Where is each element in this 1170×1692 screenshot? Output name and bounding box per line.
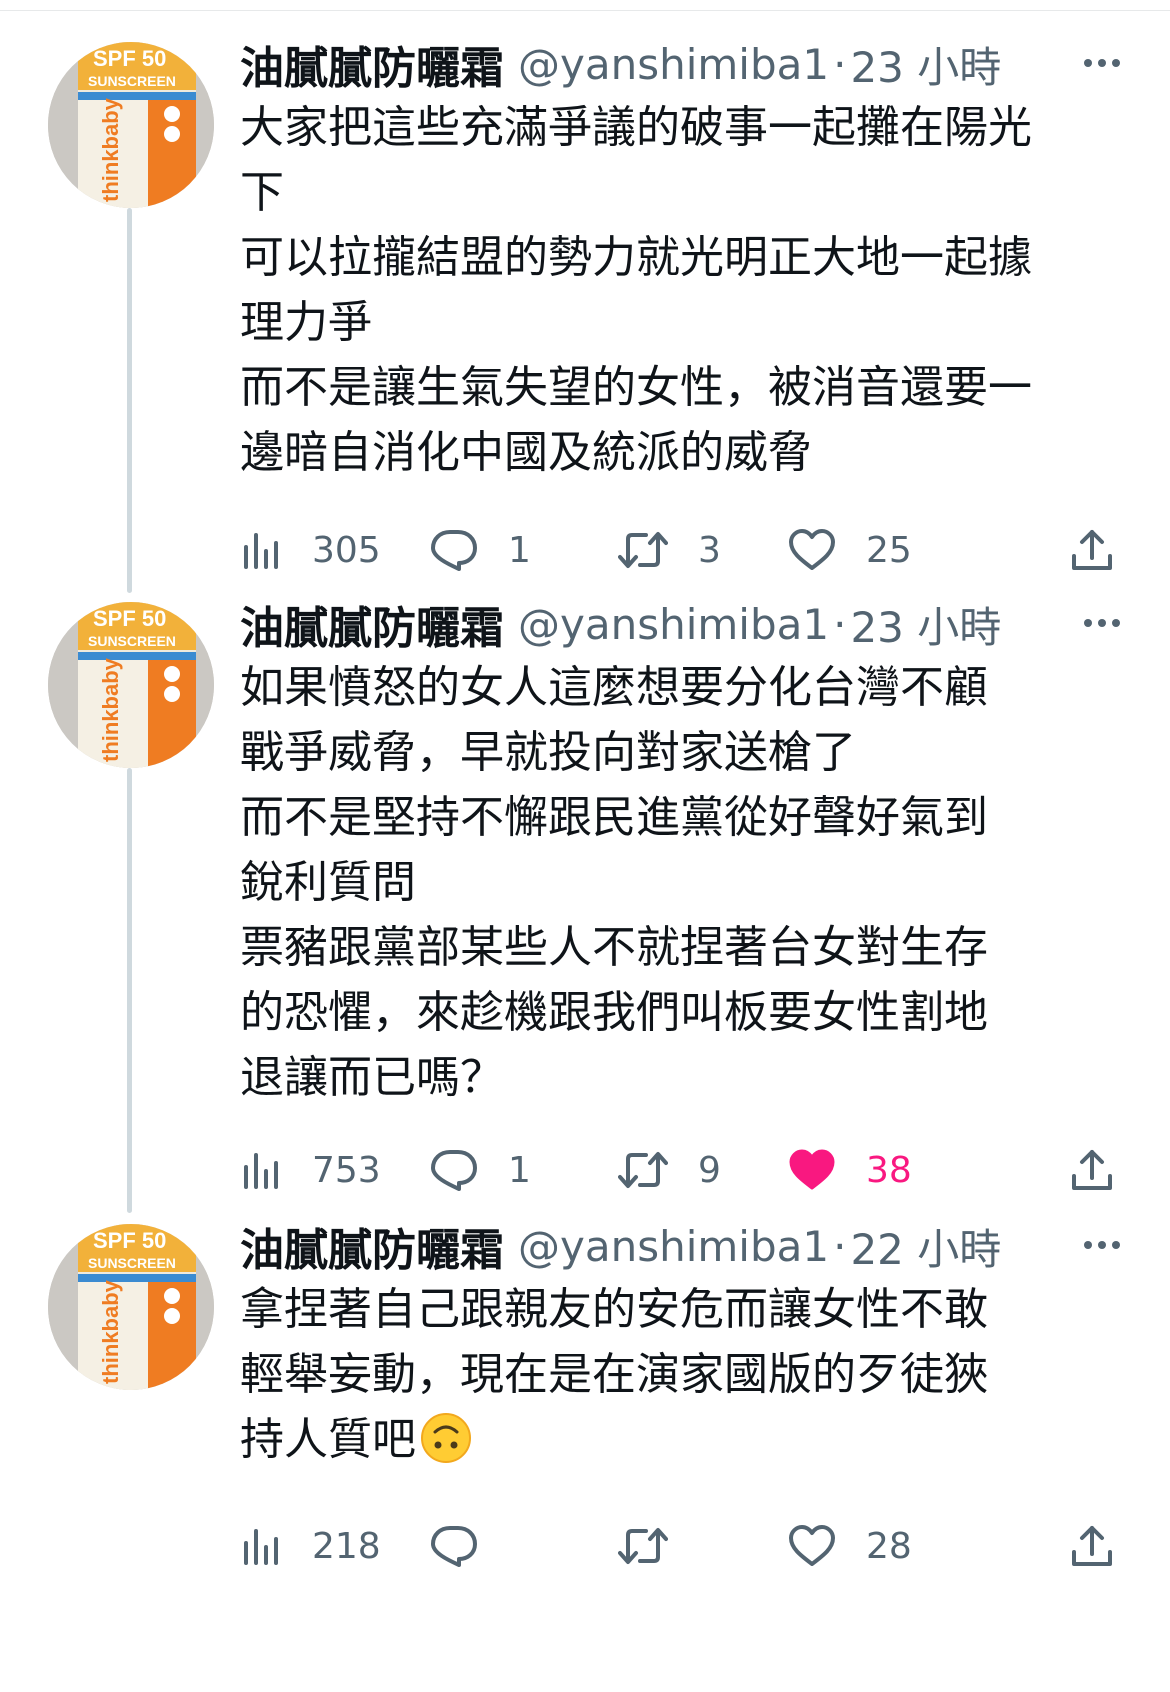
heart-icon (788, 528, 836, 572)
tweet-text-line: 持人質吧 (240, 1407, 1120, 1482)
reply-count: 1 (508, 529, 531, 571)
tweet-text-line: 邊暗自消化中國及統派的威脅 (240, 427, 812, 478)
tweet-text-line: 銳利質問 (240, 857, 416, 908)
share-button[interactable] (1070, 1140, 1114, 1200)
tweet-text-line: 拿捏著自己跟親友的安危而讓女性不敢 (240, 1284, 988, 1335)
retweet-button[interactable]: 3 (618, 520, 721, 580)
tweet-header: 油膩膩防曬霜 @yanshimiba1 · 23 小時 (240, 594, 1130, 654)
views-icon (240, 1149, 282, 1191)
reply-count: 1 (508, 1149, 531, 1191)
tweet-actions: 753 1 9 38 (240, 1140, 1120, 1200)
reply-icon (430, 1148, 478, 1192)
avatar[interactable]: SPF 50 SUNSCREEN thinkbaby (48, 42, 214, 208)
views-button[interactable]: 218 (240, 1516, 381, 1576)
tweet-text-line: 理力爭 (240, 297, 372, 348)
separator-dot: · (833, 39, 847, 89)
tweet-text: 拿捏著自己跟親友的安危而讓女性不敢 輕舉妄動，現在是在演家國版的歹徒狹 持人質吧 (240, 1277, 1120, 1482)
top-divider (0, 10, 1170, 11)
separator-dot: · (833, 1221, 847, 1271)
views-button[interactable]: 305 (240, 520, 381, 580)
share-icon (1070, 1524, 1114, 1568)
timestamp[interactable]: 22 小時 (850, 1216, 1001, 1277)
reply-button[interactable] (430, 1516, 478, 1576)
svg-text:thinkbaby: thinkbaby (98, 1279, 123, 1384)
retweet-icon (618, 529, 668, 571)
svg-text:thinkbaby: thinkbaby (98, 657, 123, 762)
timestamp[interactable]: 23 小時 (850, 594, 1001, 655)
retweet-button[interactable]: 9 (618, 1140, 721, 1200)
thread-connector-line (127, 208, 132, 593)
views-icon (240, 529, 282, 571)
tweet-text-line: 的恐懼，來趁機跟我們叫板要女性割地 (240, 987, 988, 1038)
tweet-text-line: 票豬跟黨部某些人不就捏著台女對生存 (240, 922, 988, 973)
tweet-text-fragment: 持人質吧 (240, 1414, 416, 1465)
author-name[interactable]: 油膩膩防曬霜 (240, 592, 504, 656)
reply-icon (430, 1524, 478, 1568)
thread-connector-line (127, 768, 132, 1213)
views-button[interactable]: 753 (240, 1140, 381, 1200)
heart-icon (788, 1524, 836, 1568)
tweet-text-line: 而不是堅持不懈跟民進黨從好聲好氣到 (240, 792, 988, 843)
upside-down-face-emoji-icon (420, 1412, 472, 1482)
more-options-icon[interactable] (1074, 1220, 1130, 1270)
svg-text:thinkbaby: thinkbaby (98, 97, 123, 202)
tweet-header: 油膩膩防曬霜 @yanshimiba1 · 23 小時 (240, 34, 1130, 94)
svg-text:SUNSCREEN: SUNSCREEN (88, 73, 176, 89)
like-count: 25 (866, 529, 912, 571)
like-count: 28 (866, 1525, 912, 1567)
tweet-text-line: 戰爭威脅，早就投向對家送槍了 (240, 727, 856, 778)
tweet-text-line: 輕舉妄動，現在是在演家國版的歹徒狹 (240, 1349, 988, 1400)
like-button[interactable]: 28 (788, 1516, 912, 1576)
avatar[interactable]: SPF 50 SUNSCREEN thinkbaby (48, 1224, 214, 1390)
tweet-text-line: 大家把這些充滿爭議的破事一起攤在陽光 (240, 102, 1032, 153)
svg-text:SUNSCREEN: SUNSCREEN (88, 1255, 176, 1271)
separator-dot: · (833, 599, 847, 649)
tweet-header: 油膩膩防曬霜 @yanshimiba1 · 22 小時 (240, 1216, 1130, 1276)
like-button[interactable]: 38 (788, 1140, 912, 1200)
tweet-actions: 305 1 3 25 (240, 520, 1120, 580)
svg-text:SUNSCREEN: SUNSCREEN (88, 633, 176, 649)
share-button[interactable] (1070, 1516, 1114, 1576)
tweet-text-line: 而不是讓生氣失望的女性，被消音還要一 (240, 362, 1032, 413)
tweet-text-line: 可以拉攏結盟的勢力就光明正大地一起據 (240, 232, 1032, 283)
heart-filled-icon (788, 1148, 836, 1192)
tweet-text-line: 下 (240, 167, 284, 218)
reply-icon (430, 528, 478, 572)
author-handle[interactable]: @yanshimiba1 (518, 600, 829, 649)
views-count: 305 (312, 529, 381, 571)
timestamp[interactable]: 23 小時 (850, 34, 1001, 95)
author-handle[interactable]: @yanshimiba1 (518, 1222, 829, 1271)
avatar[interactable]: SPF 50 SUNSCREEN thinkbaby (48, 602, 214, 768)
share-icon (1070, 1148, 1114, 1192)
more-options-icon[interactable] (1074, 598, 1130, 648)
views-count: 218 (312, 1525, 381, 1567)
retweet-icon (618, 1149, 668, 1191)
retweet-count: 9 (698, 1149, 721, 1191)
svg-text:SPF 50: SPF 50 (93, 46, 166, 71)
like-count: 38 (866, 1149, 912, 1191)
retweet-icon (618, 1525, 668, 1567)
like-button[interactable]: 25 (788, 520, 912, 580)
retweet-count: 3 (698, 529, 721, 571)
tweet-text: 大家把這些充滿爭議的破事一起攤在陽光 下 可以拉攏結盟的勢力就光明正大地一起據 … (240, 95, 1120, 485)
retweet-button[interactable] (618, 1516, 668, 1576)
svg-text:SPF 50: SPF 50 (93, 1228, 166, 1253)
author-handle[interactable]: @yanshimiba1 (518, 40, 829, 89)
more-options-icon[interactable] (1074, 38, 1130, 88)
tweet-text: 如果憤怒的女人這麼想要分化台灣不顧 戰爭威脅，早就投向對家送槍了 而不是堅持不懈… (240, 655, 1120, 1110)
author-name[interactable]: 油膩膩防曬霜 (240, 1214, 504, 1278)
tweet-text-line: 如果憤怒的女人這麼想要分化台灣不顧 (240, 662, 988, 713)
share-icon (1070, 528, 1114, 572)
reply-button[interactable]: 1 (430, 1140, 531, 1200)
tweet-text-line: 退讓而已嗎？ (240, 1052, 504, 1103)
views-count: 753 (312, 1149, 381, 1191)
share-button[interactable] (1070, 520, 1114, 580)
tweet-actions: 218 28 (240, 1516, 1120, 1576)
svg-text:SPF 50: SPF 50 (93, 606, 166, 631)
reply-button[interactable]: 1 (430, 520, 531, 580)
views-icon (240, 1525, 282, 1567)
author-name[interactable]: 油膩膩防曬霜 (240, 32, 504, 96)
